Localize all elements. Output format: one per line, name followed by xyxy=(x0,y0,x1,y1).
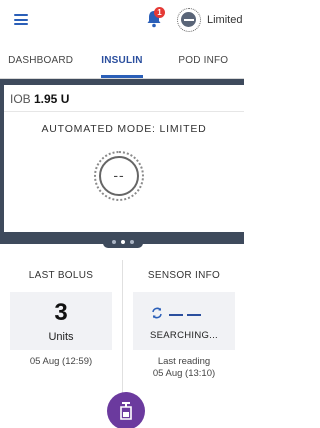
page-dot-active[interactable] xyxy=(121,240,125,244)
page-dot[interactable] xyxy=(130,240,134,244)
last-bolus-box: 3 Units xyxy=(10,292,112,350)
sensor-reading xyxy=(151,306,231,324)
bolus-button[interactable] xyxy=(107,392,145,428)
mode-dash xyxy=(184,19,194,21)
sensor-box: SEARCHING... xyxy=(133,292,235,350)
last-bolus-amount: 3 xyxy=(54,299,68,326)
sensor-status: SEARCHING... xyxy=(150,330,218,341)
last-bolus-panel: LAST BOLUS 3 Units 05 Aug (12:59) xyxy=(0,260,122,428)
sensor-info-title: SENSOR INFO xyxy=(147,270,221,281)
page-indicator[interactable] xyxy=(103,237,143,248)
tab-insulin[interactable]: INSULIN xyxy=(81,44,162,78)
insulin-card: IOB 1.95 U AUTOMATED MODE: LIMITED -- xyxy=(4,85,244,232)
mode-status-text: -- xyxy=(113,167,125,183)
last-bolus-title: LAST BOLUS xyxy=(28,270,94,281)
sensor-value-dash xyxy=(187,314,201,316)
bolus-icon xyxy=(120,402,132,420)
sensor-last-reading: Last reading 05 Aug (13:10) xyxy=(123,356,245,380)
top-app-bar: 1 Limited xyxy=(0,0,244,40)
mode-label[interactable]: Limited xyxy=(207,14,242,26)
iob-value: 1.95 U xyxy=(34,92,70,106)
tab-pod-info[interactable]: POD INFO xyxy=(163,44,244,78)
last-bolus-unit: Units xyxy=(48,331,74,343)
automated-mode-title: AUTOMATED MODE: LIMITED xyxy=(41,123,207,135)
iob-label: IOB xyxy=(10,92,31,106)
notification-badge: 1 xyxy=(154,7,165,18)
tab-bar: DASHBOARD INSULIN POD INFO xyxy=(0,44,244,78)
tab-dashboard[interactable]: DASHBOARD xyxy=(0,44,81,78)
sync-icon xyxy=(152,307,162,319)
last-bolus-time: 05 Aug (12:59) xyxy=(29,356,93,367)
divider xyxy=(4,111,244,112)
page-dot[interactable] xyxy=(112,240,116,244)
menu-icon[interactable] xyxy=(14,14,28,25)
sensor-last-reading-label: Last reading xyxy=(157,356,211,367)
sensor-value-dash xyxy=(169,314,183,316)
sensor-last-reading-time: 05 Aug (13:10) xyxy=(152,368,216,379)
